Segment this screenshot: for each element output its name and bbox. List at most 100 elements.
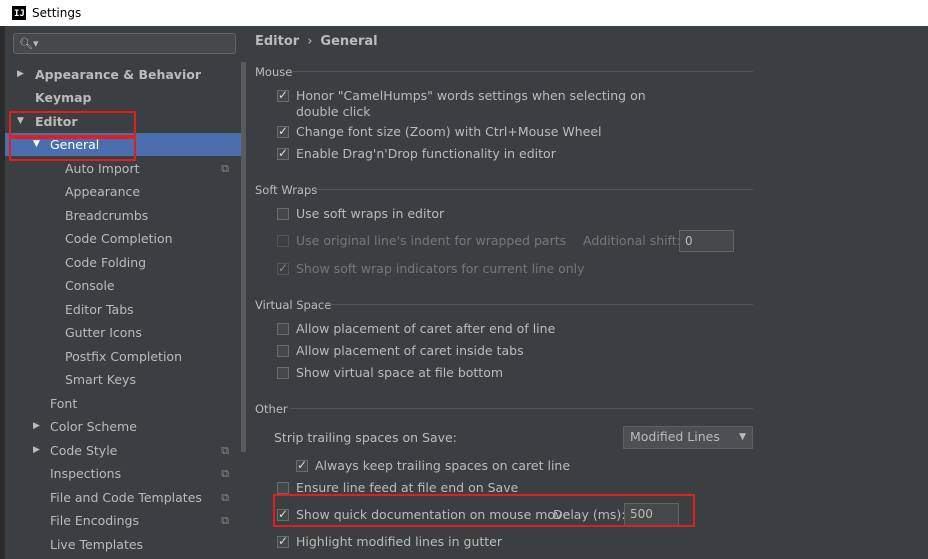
original-indent-checkbox[interactable] [277, 235, 289, 247]
sidebar-item-label: Inspections [50, 466, 122, 481]
caret-after-end-label: Allow placement of caret after end of li… [296, 321, 556, 336]
sidebar-item-color-scheme[interactable]: ▶ Color Scheme [5, 415, 243, 438]
sidebar-item-appearance[interactable]: Appearance [5, 180, 243, 203]
breadcrumb-separator: › [307, 34, 313, 49]
settings-sidebar: 🔍︎▾ ▶ Appearance & Behavior Keymap ▼ Edi… [5, 26, 249, 559]
strip-trailing-label: Strip trailing spaces on Save: [274, 430, 457, 445]
section-divider [290, 408, 753, 409]
search-icon: 🔍︎▾ [19, 37, 39, 50]
honor-camelhumps-label: Honor "CamelHumps" words settings when s… [296, 88, 646, 120]
sidebar-item-label: Smart Keys [65, 372, 136, 387]
drag-drop-checkbox-row[interactable]: Enable Drag'n'Drop functionality in edit… [277, 146, 556, 162]
sidebar-item-label: Appearance & Behavior [35, 67, 201, 82]
sidebar-item-code-folding[interactable]: Code Folding [5, 251, 243, 274]
change-font-size-checkbox[interactable] [277, 124, 289, 138]
sidebar-item-label: File Encodings [50, 513, 140, 528]
strip-trailing-value: Modified Lines [630, 429, 720, 444]
expand-arrow-icon[interactable]: ▶ [33, 439, 40, 462]
use-soft-wraps-checkbox-row[interactable]: Use soft wraps in editor [277, 206, 444, 222]
ensure-line-feed-checkbox[interactable] [277, 482, 289, 494]
virtual-space-bottom-checkbox-row[interactable]: Show virtual space at file bottom [277, 365, 503, 381]
sidebar-item-label: Live Templates [50, 537, 144, 552]
title-bar: IJ Settings [0, 0, 928, 26]
sidebar-item-code-completion[interactable]: Code Completion [5, 227, 243, 250]
section-divider [293, 71, 753, 72]
original-indent-checkbox-row[interactable]: Use original line's indent for wrapped p… [277, 233, 566, 249]
sidebar-item-label: Code Style [50, 443, 118, 458]
section-title-mouse: Mouse [255, 65, 293, 79]
sidebar-item-editor-tabs[interactable]: Editor Tabs [5, 298, 243, 321]
sidebar-item-file-encodings[interactable]: File Encodings ⧉ [5, 509, 243, 532]
sidebar-item-label: Code Completion [65, 231, 173, 246]
project-scope-icon: ⧉ [221, 467, 229, 480]
search-input[interactable]: 🔍︎▾ [13, 33, 236, 54]
keep-trailing-label: Always keep trailing spaces on caret lin… [315, 458, 571, 473]
sidebar-item-label: Console [65, 278, 115, 293]
sidebar-item-code-style[interactable]: ▶ Code Style ⧉ [5, 439, 243, 462]
honor-camelhumps-label-line1: Honor "CamelHumps" words settings when s… [296, 88, 646, 103]
sidebar-item-smart-keys[interactable]: Smart Keys [5, 368, 243, 391]
section-title-other: Other [255, 402, 288, 416]
highlight-modified-checkbox[interactable] [277, 534, 289, 548]
project-scope-icon: ⧉ [221, 444, 229, 457]
caret-inside-tabs-checkbox[interactable] [277, 345, 289, 357]
sidebar-item-appearance-behavior[interactable]: ▶ Appearance & Behavior [5, 63, 243, 86]
keep-trailing-checkbox-row[interactable]: Always keep trailing spaces on caret lin… [296, 458, 570, 474]
drag-drop-label: Enable Drag'n'Drop functionality in edit… [296, 146, 556, 161]
breadcrumb-current: General [320, 34, 378, 49]
sidebar-item-inspections[interactable]: Inspections ⧉ [5, 462, 243, 485]
change-font-size-checkbox-row[interactable]: Change font size (Zoom) with Ctrl+Mouse … [277, 124, 602, 140]
sidebar-item-label: Postfix Completion [65, 349, 182, 364]
virtual-space-bottom-label: Show virtual space at file bottom [296, 365, 504, 380]
project-scope-icon: ⧉ [221, 162, 229, 175]
sidebar-item-label: Font [50, 396, 78, 411]
soft-wrap-indicators-checkbox[interactable] [277, 261, 289, 275]
soft-wrap-indicators-checkbox-row[interactable]: Show soft wrap indicators for current li… [277, 261, 585, 277]
sidebar-item-breadcrumbs[interactable]: Breadcrumbs [5, 204, 243, 227]
expand-arrow-icon[interactable]: ▶ [33, 415, 40, 438]
additional-shift-label: Additional shift: [583, 233, 681, 248]
sidebar-item-label: Gutter Icons [65, 325, 142, 340]
virtual-space-bottom-checkbox[interactable] [277, 367, 289, 379]
drag-drop-checkbox[interactable] [277, 146, 289, 160]
caret-inside-tabs-checkbox-row[interactable]: Allow placement of caret inside tabs [277, 343, 524, 359]
caret-after-end-checkbox-row[interactable]: Allow placement of caret after end of li… [277, 321, 555, 337]
section-divider [324, 304, 753, 305]
sidebar-item-label: Editor Tabs [65, 302, 134, 317]
sidebar-item-label: Color Scheme [50, 419, 137, 434]
honor-camelhumps-checkbox[interactable] [277, 88, 289, 102]
soft-wrap-indicators-label: Show soft wrap indicators for current li… [296, 261, 585, 276]
project-scope-icon: ⧉ [221, 514, 229, 527]
sidebar-item-file-code-templates[interactable]: File and Code Templates ⧉ [5, 486, 243, 509]
sidebar-item-label: Code Folding [65, 255, 147, 270]
intellij-logo-icon: IJ [12, 6, 26, 20]
sidebar-item-gutter-icons[interactable]: Gutter Icons [5, 321, 243, 344]
highlight-box-quick-doc [273, 494, 695, 527]
window-title: Settings [32, 6, 82, 20]
caret-after-end-checkbox[interactable] [277, 323, 289, 335]
use-soft-wraps-checkbox[interactable] [277, 208, 289, 220]
original-indent-label: Use original line's indent for wrapped p… [296, 233, 567, 248]
breadcrumb-parent[interactable]: Editor [255, 34, 299, 49]
breadcrumb: Editor › General [255, 34, 378, 49]
sidebar-item-font[interactable]: Font [5, 392, 243, 415]
honor-camelhumps-checkbox-row[interactable]: Honor "CamelHumps" words settings when s… [277, 88, 646, 120]
section-divider [315, 189, 753, 190]
highlight-box-editor [9, 111, 136, 137]
keep-trailing-checkbox[interactable] [296, 458, 308, 472]
sidebar-item-postfix-completion[interactable]: Postfix Completion [5, 345, 243, 368]
strip-trailing-dropdown[interactable]: Modified Lines ▼ [623, 426, 753, 449]
sidebar-item-label: Keymap [35, 90, 92, 105]
sidebar-item-console[interactable]: Console [5, 274, 243, 297]
additional-shift-input[interactable]: 0 [679, 230, 734, 252]
sidebar-item-live-templates[interactable]: Live Templates [5, 533, 243, 556]
highlight-modified-label: Highlight modified lines in gutter [296, 534, 503, 549]
expand-arrow-icon[interactable]: ▶ [17, 63, 24, 86]
sidebar-item-keymap[interactable]: Keymap [5, 86, 243, 109]
caret-inside-tabs-label: Allow placement of caret inside tabs [296, 343, 524, 358]
sidebar-item-label: Breadcrumbs [65, 208, 149, 223]
honor-camelhumps-label-line2: double click [296, 104, 371, 119]
highlight-box-general [9, 137, 136, 161]
highlight-modified-checkbox-row[interactable]: Highlight modified lines in gutter [277, 534, 502, 550]
section-title-soft-wraps: Soft Wraps [255, 183, 318, 197]
